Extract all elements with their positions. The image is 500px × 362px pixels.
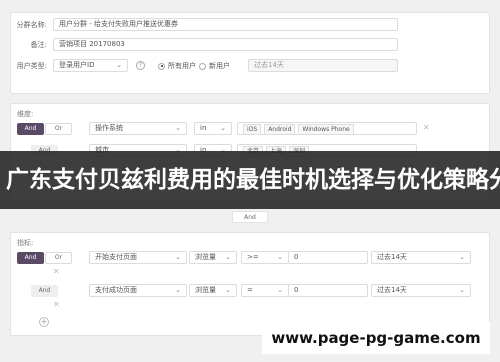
metric-and-button[interactable]: And	[17, 252, 44, 264]
metrics-panel: 指标: And Or 开始支付页面 ⌄ 浏览量 ⌄ >= ⌄ 0 过去14天 ⌄…	[10, 232, 490, 336]
chevron-down-icon: ⌄	[220, 124, 226, 132]
remark-input[interactable]: 营销项目 20170803	[53, 38, 398, 51]
user-type-value: 登录用户ID	[59, 61, 95, 69]
dim-field-value-1: 操作系统	[95, 124, 123, 132]
dim-operator-value-1: in	[200, 124, 207, 132]
segment-name-input[interactable]: 用户分群 - 给支付失败用户推送优惠券	[53, 18, 398, 31]
metric-measure-value-1: 浏览量	[195, 253, 216, 261]
segment-settings-panel: 分群名称: 用户分群 - 给支付失败用户推送优惠券 备注: 营销项目 20170…	[10, 12, 490, 94]
dim-and-button[interactable]: And	[17, 123, 44, 135]
chevron-down-icon: ⌄	[116, 61, 122, 69]
dimensions-title: 维度:	[17, 110, 34, 118]
dim-operator-select-1[interactable]: in ⌄	[194, 122, 232, 135]
metric-range-select-2[interactable]: 过去14天 ⌄	[371, 284, 471, 297]
chevron-down-icon: ⌄	[175, 253, 181, 261]
chevron-down-icon: ⌄	[175, 286, 181, 294]
metric-event-value-2: 支付成功页面	[95, 286, 137, 294]
tag-windows-phone[interactable]: Windows Phone	[298, 124, 354, 134]
remove-row-icon[interactable]: ✕	[423, 123, 430, 132]
chevron-down-icon: ⌄	[225, 253, 231, 261]
metric-range-select-1[interactable]: 过去14天 ⌄	[371, 251, 471, 264]
chevron-down-icon: ⌄	[459, 286, 465, 294]
metric-and-button-2[interactable]: And	[31, 285, 58, 297]
segment-name-label: 分群名称:	[16, 21, 47, 29]
metric-range-value-2: 过去14天	[377, 286, 407, 294]
metric-value-input-1[interactable]: 0	[288, 251, 368, 264]
chevron-down-icon: ⌄	[459, 253, 465, 261]
radio-new-users-label: 新用户	[209, 62, 230, 70]
add-condition-icon[interactable]: +	[39, 317, 49, 327]
tag-android[interactable]: Android	[264, 124, 296, 134]
metric-event-select-2[interactable]: 支付成功页面 ⌄	[89, 284, 187, 297]
tag-ios[interactable]: iOS	[243, 124, 262, 134]
radio-unselected-icon	[199, 62, 206, 70]
watermark-url: www.page-pg-game.com	[262, 322, 490, 354]
metric-compare-select-2[interactable]: = ⌄	[241, 284, 289, 297]
metric-measure-select-1[interactable]: 浏览量 ⌄	[189, 251, 237, 264]
date-range-input[interactable]: 过去14天	[248, 59, 398, 72]
user-type-select[interactable]: 登录用户ID ⌄	[53, 59, 128, 72]
metric-compare-select-1[interactable]: >= ⌄	[241, 251, 289, 264]
dim-or-button[interactable]: Or	[45, 123, 72, 135]
radio-new-users[interactable]: 新用户	[199, 61, 230, 71]
metric-value-input-2[interactable]: 0	[288, 284, 368, 297]
metric-measure-value-2: 浏览量	[195, 286, 216, 294]
chevron-down-icon: ⌄	[175, 124, 181, 132]
metric-event-select-1[interactable]: 开始支付页面 ⌄	[89, 251, 187, 264]
remove-row-icon[interactable]: ✕	[53, 300, 60, 309]
metric-event-value-1: 开始支付页面	[95, 253, 137, 261]
remove-row-icon[interactable]: ✕	[53, 267, 60, 276]
chevron-down-icon: ⌄	[277, 253, 283, 261]
user-type-label: 用户类型:	[16, 62, 47, 70]
metrics-title: 指标:	[17, 239, 34, 247]
radio-all-users[interactable]: 所有用户	[158, 61, 196, 71]
metric-range-value-1: 过去14天	[377, 253, 407, 261]
metric-compare-value-2: =	[247, 286, 253, 294]
connector-and-button[interactable]: And	[232, 211, 268, 223]
metric-compare-value-1: >=	[247, 253, 259, 261]
radio-all-users-label: 所有用户	[168, 62, 196, 70]
remark-label: 备注:	[30, 41, 47, 49]
radio-selected-icon	[158, 62, 165, 70]
metric-measure-select-2[interactable]: 浏览量 ⌄	[189, 284, 237, 297]
chevron-down-icon: ⌄	[225, 286, 231, 294]
metric-or-button[interactable]: Or	[45, 252, 72, 264]
headline-banner: 广东支付贝兹利费用的最佳时机选择与优化策略分析	[0, 151, 500, 209]
chevron-down-icon: ⌄	[277, 286, 283, 294]
dim-value-tags-1[interactable]: iOS Android Windows Phone	[237, 122, 417, 135]
help-icon[interactable]: ?	[136, 61, 145, 70]
dim-field-select-1[interactable]: 操作系统 ⌄	[89, 122, 187, 135]
